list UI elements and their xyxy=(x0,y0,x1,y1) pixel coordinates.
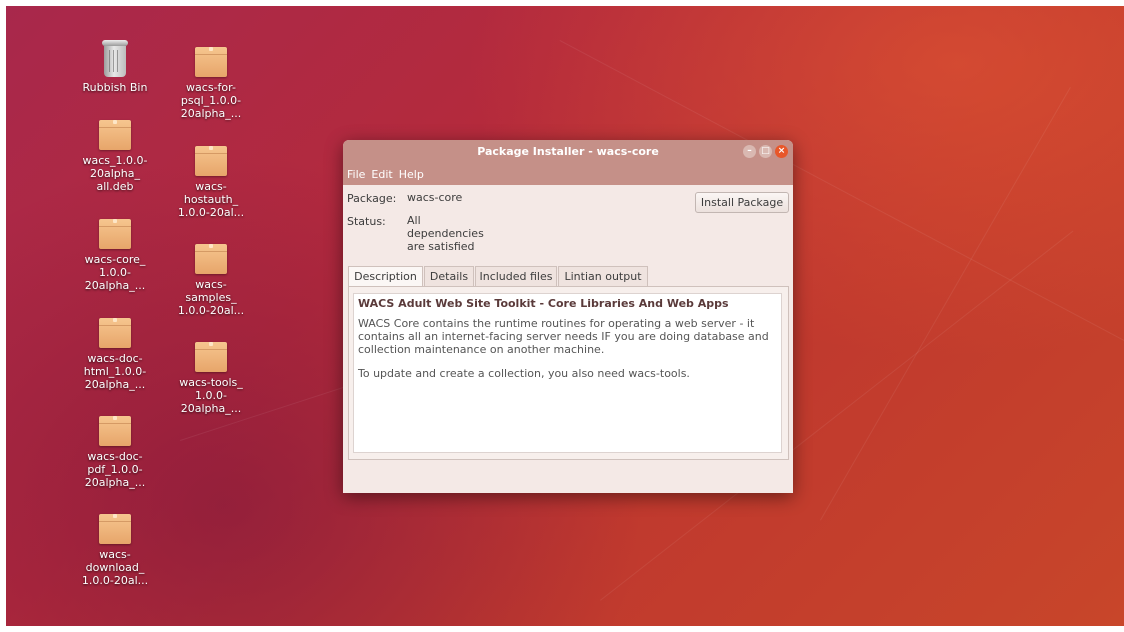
package-icon xyxy=(195,244,227,274)
tab-included-files[interactable]: Included files xyxy=(475,266,557,286)
tab-details[interactable]: Details xyxy=(424,266,474,286)
desktop: Rubbish Bin wacs_1.0.0- 20alpha_ all.deb… xyxy=(0,0,1124,632)
package-icon xyxy=(195,342,227,372)
desktop-icon-label: wacs_1.0.0- 20alpha_ all.deb xyxy=(82,154,148,193)
desktop-icon-wacs-doc-html[interactable]: wacs-doc- html_1.0.0- 20alpha_... xyxy=(73,318,157,391)
trash-icon xyxy=(100,40,130,78)
menu-file[interactable]: File xyxy=(343,164,368,181)
screen-frame-top xyxy=(0,0,1124,6)
desktop-icon-label: wacs- samples_ 1.0.0-20al... xyxy=(177,278,245,317)
description-line: contains all an internet-facing server n… xyxy=(358,330,769,343)
desktop-icon-label: wacs- download_ 1.0.0-20al... xyxy=(81,548,149,587)
desktop-icon-rubbish-bin[interactable]: Rubbish Bin xyxy=(73,40,157,94)
package-icon xyxy=(99,416,131,446)
minimize-icon[interactable]: – xyxy=(743,145,756,158)
status-value-line: All xyxy=(407,214,421,227)
desktop-icon-label: wacs- hostauth_ 1.0.0-20al... xyxy=(177,180,245,219)
desktop-icon-wacs-for-psql[interactable]: wacs-for- psql_1.0.0- 20alpha_... xyxy=(169,47,253,120)
desktop-icon-wacs-download[interactable]: wacs- download_ 1.0.0-20al... xyxy=(73,514,157,587)
maximize-icon[interactable]: □ xyxy=(759,145,772,158)
package-icon xyxy=(195,146,227,176)
menu-edit[interactable]: Edit xyxy=(368,164,395,181)
desktop-icon-wacs-samples[interactable]: wacs- samples_ 1.0.0-20al... xyxy=(169,244,253,317)
description-line: collection maintenance on another machin… xyxy=(358,343,605,356)
description-line: WACS Core contains the runtime routines … xyxy=(358,317,755,330)
description-text-area[interactable]: WACS Adult Web Site Toolkit - Core Libra… xyxy=(353,293,782,453)
desktop-icon-label: wacs-doc- pdf_1.0.0- 20alpha_... xyxy=(84,450,146,489)
tab-description[interactable]: Description xyxy=(348,266,423,287)
description-title: WACS Adult Web Site Toolkit - Core Libra… xyxy=(358,297,729,310)
menu-help[interactable]: Help xyxy=(396,164,427,181)
desktop-icon-wacs-tools[interactable]: wacs-tools_ 1.0.0- 20alpha_... xyxy=(169,342,253,415)
package-label: Package: xyxy=(347,192,397,205)
screen-frame-bottom xyxy=(0,626,1124,632)
package-icon xyxy=(195,47,227,77)
package-icon xyxy=(99,318,131,348)
desktop-icon-label: wacs-for- psql_1.0.0- 20alpha_... xyxy=(180,81,242,120)
screen-frame-left xyxy=(0,0,6,632)
status-label: Status: xyxy=(347,215,386,228)
install-package-button[interactable]: Install Package xyxy=(695,192,789,213)
window-titlebar[interactable]: Package Installer - wacs-core – □ × xyxy=(343,140,793,164)
desktop-icon-label: wacs-tools_ 1.0.0- 20alpha_... xyxy=(179,376,243,415)
desktop-icon-wacs-doc-pdf[interactable]: wacs-doc- pdf_1.0.0- 20alpha_... xyxy=(73,416,157,489)
package-icon xyxy=(99,120,131,150)
package-value: wacs-core xyxy=(407,191,463,204)
desktop-icon-label: wacs-doc- html_1.0.0- 20alpha_... xyxy=(83,352,147,391)
close-icon[interactable]: × xyxy=(775,145,788,158)
desktop-icon-label: wacs-core_ 1.0.0- 20alpha_... xyxy=(84,253,146,292)
window-title: Package Installer - wacs-core xyxy=(477,145,659,158)
status-value-line: dependencies xyxy=(407,227,484,240)
desktop-icon-wacs-deb[interactable]: wacs_1.0.0- 20alpha_ all.deb xyxy=(73,120,157,193)
desktop-icon-wacs-core[interactable]: wacs-core_ 1.0.0- 20alpha_... xyxy=(73,219,157,292)
package-icon xyxy=(99,514,131,544)
description-panel: WACS Adult Web Site Toolkit - Core Libra… xyxy=(348,286,789,460)
package-icon xyxy=(99,219,131,249)
desktop-icon-label: Rubbish Bin xyxy=(82,81,148,94)
desktop-icon-wacs-hostauth[interactable]: wacs- hostauth_ 1.0.0-20al... xyxy=(169,146,253,219)
menu-bar: File Edit Help xyxy=(343,164,793,185)
description-paragraph-2: To update and create a collection, you a… xyxy=(358,367,690,380)
description-paragraph-1: WACS Core contains the runtime routines … xyxy=(358,317,773,356)
status-value-line: are satisfied xyxy=(407,240,475,253)
package-installer-window: Package Installer - wacs-core – □ × File… xyxy=(343,140,793,493)
tab-lintian-output[interactable]: Lintian output xyxy=(558,266,648,286)
